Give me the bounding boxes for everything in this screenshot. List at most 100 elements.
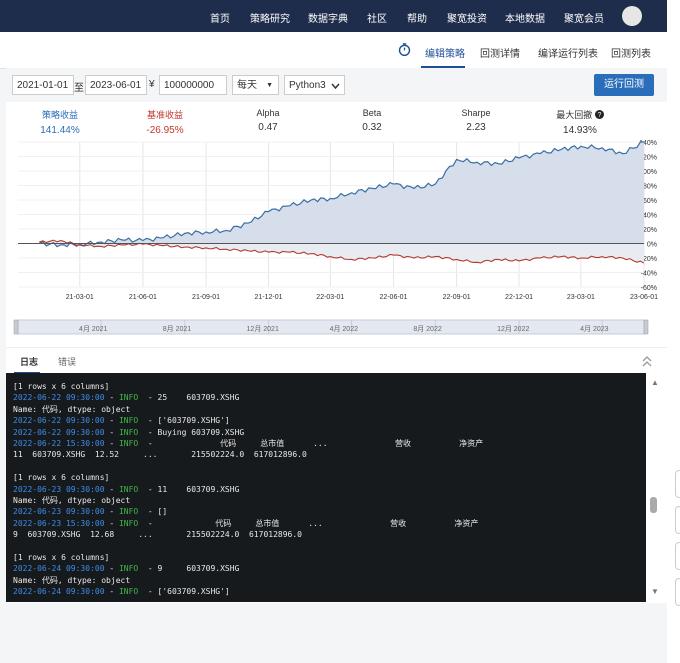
tab-backtest-list[interactable]: 回测列表 bbox=[611, 45, 651, 60]
log-line: 2022-06-23 09:30:00 - INFO - [] bbox=[6, 506, 646, 517]
user-avatar[interactable] bbox=[622, 6, 642, 26]
stat-strategy-return: 策略收益 141.44% bbox=[15, 108, 105, 136]
capital-input[interactable]: 100000000 bbox=[159, 75, 227, 95]
x-tick-label: 22-03-01 bbox=[316, 294, 344, 301]
y-tick-label: -60% bbox=[641, 285, 657, 292]
log-line: 2022-06-24 09:30:00 - INFO - 9 603709.XS… bbox=[6, 563, 646, 574]
nav-strategy-research-link[interactable]: 策略研究 bbox=[250, 10, 290, 25]
stat-label: 策略收益 bbox=[41, 110, 78, 120]
y-tick-label: 0% bbox=[647, 242, 657, 249]
stat-sharpe: Sharpe 2.23 bbox=[431, 108, 521, 133]
log-segment: - bbox=[104, 518, 119, 528]
log-segment bbox=[13, 541, 18, 550]
frequency-value: 每天 bbox=[237, 80, 257, 91]
log-segment: 2022-06-24 09:30:00 bbox=[13, 587, 105, 597]
nav-local-data-link[interactable]: 本地数据 bbox=[505, 10, 545, 25]
log-segment: INFO bbox=[118, 507, 139, 517]
chevron-down-icon bbox=[331, 83, 340, 90]
log-line: [1 rows x 6 columns] bbox=[6, 472, 646, 483]
run-backtest-button[interactable]: 运行回测 bbox=[594, 74, 654, 96]
scroll-down-icon[interactable]: ▼ bbox=[651, 587, 659, 596]
start-date-input[interactable]: 2021-01-01 bbox=[12, 75, 74, 95]
nav-joinquant-invest-link[interactable]: 聚宽投资 bbox=[447, 10, 487, 25]
log-segment: - 代码 总市值 ... 营收 净资产 bbox=[138, 438, 484, 448]
log-line: 2022-06-22 09:30:00 - INFO - Buying 6037… bbox=[6, 427, 646, 438]
nav-home-link[interactable]: 首页 bbox=[210, 10, 230, 25]
stat-value: 0.32 bbox=[362, 122, 382, 133]
stat-value: -26.95% bbox=[146, 125, 184, 136]
tab-log[interactable]: 日志 bbox=[20, 355, 38, 368]
log-segment: INFO bbox=[118, 518, 139, 528]
log-segment: - bbox=[104, 427, 119, 437]
log-segment: 11 603709.XSHG 12.52 ... 215502224.0 617… bbox=[13, 450, 307, 460]
log-segment: Name: 代码, dtype: object bbox=[13, 575, 131, 585]
y-tick-label: 40% bbox=[643, 213, 657, 220]
side-tab[interactable] bbox=[675, 506, 680, 534]
log-segment: - 11 603709.XSHG bbox=[138, 484, 240, 494]
language-select[interactable]: Python3 bbox=[284, 75, 345, 95]
navigator-label: 12月 2021 bbox=[247, 325, 279, 333]
tab-error[interactable]: 错误 bbox=[58, 355, 76, 368]
tab-backtest-detail[interactable]: 回测详情 bbox=[480, 45, 520, 60]
side-tab[interactable] bbox=[675, 542, 680, 570]
log-segment: - 9 603709.XSHG bbox=[138, 564, 240, 574]
navigator-label: 8月 2021 bbox=[163, 325, 192, 333]
log-segment: - bbox=[104, 438, 119, 448]
log-segment: - ['603709.XSHG'] bbox=[138, 416, 230, 426]
log-segment: Name: 代码, dtype: object bbox=[13, 495, 131, 505]
x-tick-label: 21-03-01 bbox=[66, 294, 94, 301]
language-value: Python3 bbox=[289, 80, 326, 91]
side-tab[interactable] bbox=[675, 578, 680, 606]
stat-beta: Beta 0.32 bbox=[327, 108, 417, 133]
tab-compile-run-list[interactable]: 编译运行列表 bbox=[538, 45, 598, 60]
x-tick-label: 21-12-01 bbox=[255, 294, 283, 301]
side-tab[interactable] bbox=[675, 470, 680, 498]
log-segment: - Buying 603709.XSHG bbox=[138, 427, 245, 437]
log-line: 2022-06-22 09:30:00 - INFO - 25 603709.X… bbox=[6, 392, 646, 403]
scroll-up-icon[interactable]: ▲ bbox=[651, 378, 659, 387]
collapse-up-icon[interactable] bbox=[642, 355, 652, 367]
log-segment: INFO bbox=[118, 564, 139, 574]
log-line: 9 603709.XSHG 12.68 ... 215502224.0 6170… bbox=[6, 529, 646, 540]
stat-value: 0.47 bbox=[258, 122, 278, 133]
log-segment: 2022-06-23 09:30:00 bbox=[13, 507, 105, 517]
tab-edit-strategy[interactable]: 编辑策略 bbox=[425, 45, 465, 60]
nav-membership-link[interactable]: 聚宽会员 bbox=[564, 10, 604, 25]
frequency-select[interactable]: 每天 ▼ bbox=[232, 75, 279, 95]
performance-stats: 策略收益 141.44% 基准收益 -26.95% Alpha 0.47 Bet… bbox=[6, 102, 667, 138]
y-tick-label: -40% bbox=[641, 271, 657, 278]
stat-benchmark-return: 基准收益 -26.95% bbox=[120, 108, 210, 136]
stat-label: Alpha bbox=[256, 108, 280, 118]
navigator-label: 12月 2022 bbox=[497, 325, 529, 333]
returns-chart[interactable]: 140%120%100%80%60%40%20%0%-20%-40%-60%21… bbox=[6, 138, 667, 347]
nav-community-link[interactable]: 社区 bbox=[367, 10, 387, 25]
log-line: Name: 代码, dtype: object bbox=[6, 575, 646, 586]
stat-label: Sharpe bbox=[461, 108, 491, 118]
log-segment: - bbox=[104, 416, 119, 426]
log-segment: - [] bbox=[138, 507, 168, 517]
log-console[interactable]: [1 rows x 6 columns] 2022-06-22 09:30:00 … bbox=[6, 373, 646, 602]
scrollbar-thumb[interactable] bbox=[650, 497, 657, 513]
caret-down-icon: ▼ bbox=[266, 82, 273, 89]
log-segment: 2022-06-24 09:30:00 bbox=[13, 564, 105, 574]
log-segment: 2022-06-22 09:30:00 bbox=[13, 393, 105, 403]
log-segment: - bbox=[104, 587, 119, 597]
log-segment: 2022-06-23 15:30:00 bbox=[13, 518, 105, 528]
log-segment: 2022-06-22 15:30:00 bbox=[13, 438, 105, 448]
log-segment: [1 rows x 6 columns] bbox=[13, 382, 110, 391]
stopwatch-icon[interactable] bbox=[398, 43, 411, 56]
nav-data-dictionary-link[interactable]: 数据字典 bbox=[308, 10, 348, 25]
stat-label: Beta bbox=[362, 108, 382, 118]
log-segment: [1 rows x 6 columns] bbox=[13, 552, 110, 562]
log-scrollbar[interactable]: ▲ ▼ bbox=[646, 373, 667, 602]
log-line: 2022-06-23 15:30:00 - INFO - 代码 总市值 ... … bbox=[6, 518, 646, 529]
log-line: [1 rows x 6 columns] bbox=[6, 552, 646, 563]
help-icon[interactable]: ? bbox=[594, 110, 604, 119]
stat-value: 14.93% bbox=[563, 125, 597, 136]
nav-help-link[interactable]: 帮助 bbox=[407, 10, 427, 25]
navigator-label: 4月 2021 bbox=[79, 325, 108, 333]
x-tick-label: 21-09-01 bbox=[192, 294, 220, 301]
end-date-input[interactable]: 2023-06-01 bbox=[85, 75, 147, 95]
x-tick-label: 22-12-01 bbox=[505, 294, 533, 301]
log-segment: INFO bbox=[118, 484, 139, 494]
